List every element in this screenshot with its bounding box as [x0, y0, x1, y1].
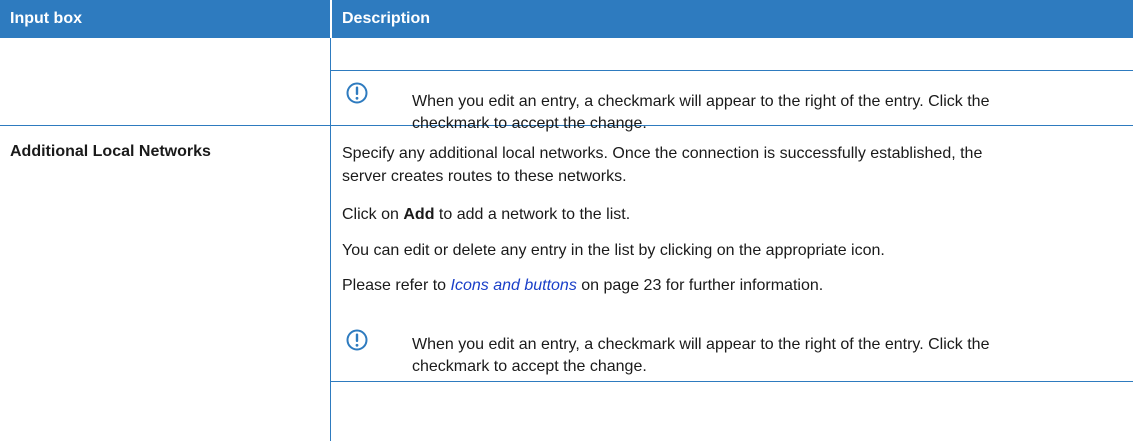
- note-top-rule-2: [330, 381, 1133, 382]
- table-header: Input box Description: [0, 0, 1133, 38]
- text-segment: Please refer to: [342, 277, 451, 294]
- exclamation-circle-icon: [346, 329, 368, 351]
- description-add-instruction: Click on Add to add a network to the lis…: [342, 204, 630, 226]
- exclamation-circle-icon: [346, 82, 368, 104]
- text-segment: on page 23 for further information.: [576, 277, 824, 294]
- row-label: Additional Local Networks: [10, 143, 211, 160]
- header-divider: [330, 0, 332, 38]
- note-text-line-1: When you edit an entry, a checkmark will…: [412, 93, 990, 110]
- icons-and-buttons-link[interactable]: Icons and buttons: [451, 277, 577, 294]
- header-input-box: Input box: [10, 10, 82, 27]
- description-edit-delete: You can edit or delete any entry in the …: [342, 242, 885, 259]
- manual-page: Input box Description When you edit an e…: [0, 0, 1133, 441]
- header-description: Description: [342, 10, 431, 27]
- note-top-rule: [330, 70, 1133, 71]
- note-text-line-2: checkmark to accept the change.: [412, 115, 647, 132]
- description-line-2: server creates routes to these networks.: [342, 168, 627, 185]
- add-keyword: Add: [403, 206, 435, 223]
- description-line-1: Specify any additional local networks. O…: [342, 145, 983, 162]
- note-text-line-2: checkmark to accept the change.: [412, 358, 647, 375]
- text-segment: to add a network to the list.: [434, 206, 631, 223]
- description-reference: Please refer to Icons and buttons on pag…: [342, 275, 823, 297]
- text-segment: Click on: [342, 206, 404, 223]
- note-text-line-1: When you edit an entry, a checkmark will…: [412, 336, 990, 353]
